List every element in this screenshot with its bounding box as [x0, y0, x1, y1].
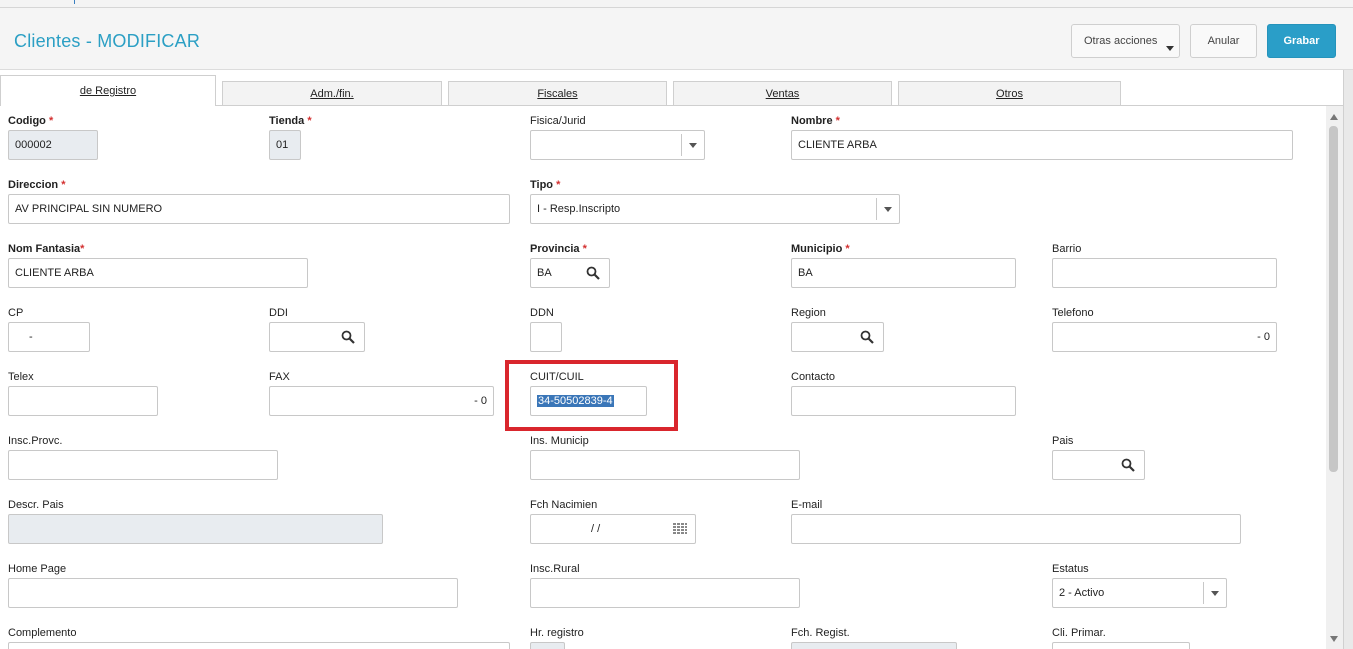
nom-fantasia-field[interactable]: CLIENTE ARBA	[8, 258, 308, 288]
estatus-value: 2 - Activo	[1059, 587, 1105, 599]
anular-button[interactable]: Anular	[1190, 24, 1257, 58]
nombre-label: Nombre *	[791, 115, 840, 127]
codigo-field[interactable]: 000002	[8, 130, 98, 160]
codigo-label: Codigo *	[8, 115, 54, 127]
page-header: Clientes - MODIFICAR Otras acciones Anul…	[0, 8, 1353, 70]
hr-registro-label: Hr. registro	[530, 627, 584, 639]
ins-municip-label: Ins. Municip	[530, 435, 589, 447]
tab-adm-fin[interactable]: Adm./fin.	[222, 81, 442, 106]
tipo-label: Tipo *	[530, 179, 561, 191]
ddn-label: DDN	[530, 307, 554, 319]
pais-field[interactable]	[1052, 450, 1145, 480]
region-field[interactable]	[791, 322, 884, 352]
nombre-field[interactable]: CLIENTE ARBA	[791, 130, 1293, 160]
otras-acciones-button[interactable]: Otras acciones	[1071, 24, 1180, 58]
search-icon[interactable]	[860, 330, 874, 344]
chevron-down-icon[interactable]	[689, 143, 697, 148]
cli-primar-label: Cli. Primar.	[1052, 627, 1106, 639]
contacto-field[interactable]	[791, 386, 1016, 416]
barrio-field[interactable]	[1052, 258, 1277, 288]
fch-nacimien-label: Fch Nacimien	[530, 499, 598, 511]
otras-acciones-label: Otras acciones	[1084, 35, 1158, 47]
tab-fiscales[interactable]: Fiscales	[448, 81, 667, 106]
fisica-jurid-label: Fisica/Jurid	[530, 115, 586, 127]
dropdown-separator	[876, 198, 877, 220]
tab-de-registro[interactable]: de Registro	[0, 75, 216, 106]
grabar-button[interactable]: Grabar	[1267, 24, 1336, 58]
pais-label: Pais	[1052, 435, 1074, 447]
page-title: Clientes - MODIFICAR	[14, 31, 201, 51]
cp-label: CP	[8, 307, 24, 319]
direccion-field[interactable]: AV PRINCIPAL SIN NUMERO	[8, 194, 510, 224]
dropdown-separator	[681, 134, 682, 156]
insc-rural-field[interactable]	[530, 578, 800, 608]
estatus-select[interactable]: 2 - Activo	[1052, 578, 1227, 608]
insc-rural-label: Insc.Rural	[530, 563, 580, 575]
search-icon[interactable]	[341, 330, 355, 344]
vertical-scrollbar[interactable]	[1326, 106, 1343, 649]
descr-pais-field	[8, 514, 383, 544]
chevron-down-icon[interactable]	[884, 207, 892, 212]
complemento-label: Complemento	[8, 627, 77, 639]
ddi-label: DDI	[269, 307, 288, 319]
dropdown-separator	[1203, 582, 1204, 604]
tipo-select[interactable]: I - Resp.Inscripto	[530, 194, 900, 224]
search-icon[interactable]	[1121, 458, 1135, 472]
email-label: E-mail	[791, 499, 823, 511]
telex-label: Telex	[8, 371, 34, 383]
contacto-label: Contacto	[791, 371, 836, 383]
provincia-label: Provincia *	[530, 243, 587, 255]
search-icon[interactable]	[586, 266, 600, 280]
complemento-field[interactable]	[8, 642, 510, 649]
direccion-label: Direccion *	[8, 179, 66, 191]
hr-registro-field	[530, 642, 565, 649]
scroll-down-icon[interactable]	[1330, 636, 1338, 642]
tipo-value: I - Resp.Inscripto	[537, 203, 621, 215]
fax-label: FAX	[269, 371, 290, 383]
tab-otros[interactable]: Otros	[898, 81, 1121, 106]
cuit-cuil-highlight-box	[505, 360, 678, 431]
fax-field[interactable]: - 0	[269, 386, 494, 416]
cp-field[interactable]: -	[8, 322, 90, 352]
barrio-label: Barrio	[1052, 243, 1082, 255]
telefono-field[interactable]: - 0	[1052, 322, 1277, 352]
chevron-down-icon[interactable]	[1211, 591, 1219, 596]
fisica-jurid-select[interactable]	[530, 130, 705, 160]
municipio-field[interactable]: BA	[791, 258, 1016, 288]
fch-nacimien-value: / /	[591, 523, 601, 535]
home-page-label: Home Page	[8, 563, 67, 575]
scroll-up-icon[interactable]	[1330, 114, 1338, 120]
top-strip-marker	[74, 0, 75, 4]
calendar-icon[interactable]	[673, 523, 687, 535]
provincia-field[interactable]: BA	[530, 258, 610, 288]
tienda-field[interactable]: 01	[269, 130, 301, 160]
fch-regist-field	[791, 642, 957, 649]
provincia-value: BA	[537, 267, 552, 279]
telefono-label: Telefono	[1052, 307, 1094, 319]
municipio-label: Municipio *	[791, 243, 850, 255]
chevron-down-icon	[1166, 46, 1174, 51]
cli-primar-field[interactable]	[1052, 642, 1190, 649]
insc-provc-field[interactable]	[8, 450, 278, 480]
insc-provc-label: Insc.Provc.	[8, 435, 63, 447]
tab-ventas[interactable]: Ventas	[673, 81, 892, 106]
nom-fantasia-label: Nom Fantasia*	[8, 243, 85, 255]
ins-municip-field[interactable]	[530, 450, 800, 480]
descr-pais-label: Descr. Pais	[8, 499, 64, 511]
ddn-field[interactable]	[530, 322, 562, 352]
tienda-label: Tienda *	[269, 115, 312, 127]
fch-regist-label: Fch. Regist.	[791, 627, 850, 639]
top-strip	[0, 0, 1353, 8]
home-page-field[interactable]	[8, 578, 458, 608]
region-label: Region	[791, 307, 826, 319]
tab-bar: de Registro Adm./fin. Fiscales Ventas Ot…	[0, 70, 1353, 106]
telex-field[interactable]	[8, 386, 158, 416]
scrollbar-thumb[interactable]	[1329, 126, 1338, 472]
ddi-field[interactable]	[269, 322, 365, 352]
form-panel: Codigo * 000002 Tienda * 01 Fisica/Jurid…	[0, 106, 1326, 649]
fch-nacimien-field[interactable]: / /	[530, 514, 696, 544]
estatus-label: Estatus	[1052, 563, 1089, 575]
email-field[interactable]	[791, 514, 1241, 544]
